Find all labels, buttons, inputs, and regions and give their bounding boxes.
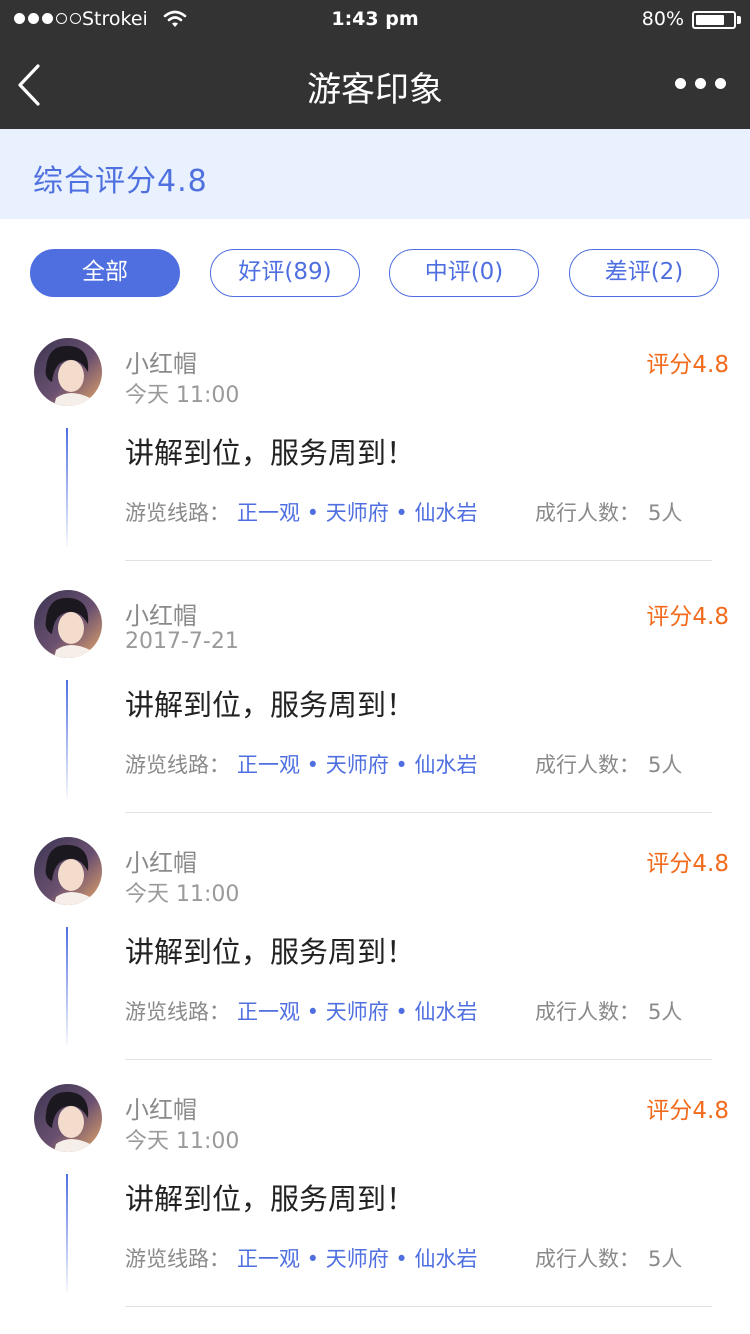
more-dot-icon (715, 78, 726, 89)
review-date: 2017-7-21 (125, 629, 239, 654)
route-label: 游览线路： (125, 1247, 230, 1271)
review-rating: 评分4.8 (646, 851, 729, 877)
avatar[interactable] (34, 590, 102, 658)
route-label: 游览线路： (125, 1000, 230, 1024)
review-comment: 讲解到位，服务周到！ (125, 1182, 416, 1216)
review-item[interactable]: 小红帽 今天 11:00 评分4.8 讲解到位，服务周到！ 游览线路： 正一观 … (0, 837, 750, 1077)
review-comment: 讲解到位，服务周到！ (125, 935, 416, 969)
overall-score-banner: 综合评分4.8 (0, 129, 750, 219)
more-dot-icon (695, 78, 706, 89)
review-item[interactable]: 小红帽 今天 11:00 评分4.8 讲解到位，服务周到！ 游览线路： 正一观 … (0, 338, 750, 578)
divider (125, 560, 712, 561)
route-label: 游览线路： (125, 753, 230, 777)
route-link[interactable]: 正一观 • 天师府 • 仙水岩 (237, 749, 477, 779)
battery-icon (692, 11, 736, 29)
tab-positive[interactable]: 好评(89) (210, 249, 360, 297)
reviewer-name: 小红帽 (125, 849, 197, 877)
review-filter-tabs: 全部 好评(89) 中评(0) 差评(2) (30, 249, 720, 297)
route-link[interactable]: 正一观 • 天师府 • 仙水岩 (237, 996, 477, 1026)
review-item[interactable]: 小红帽 2017-7-21 评分4.8 讲解到位，服务周到！ 游览线路： 正一观… (0, 590, 750, 830)
status-bar: Strokei 1:43 pm 80% (0, 0, 750, 40)
route-link[interactable]: 正一观 • 天师府 • 仙水岩 (237, 497, 477, 527)
review-date: 今天 11:00 (125, 882, 240, 907)
battery-percent: 80% (641, 8, 684, 30)
tab-all[interactable]: 全部 (30, 249, 180, 297)
top-bar: Strokei 1:43 pm 80% 游客印象 (0, 0, 750, 129)
review-date: 今天 11:00 (125, 383, 240, 408)
group-size-value: 5人 (648, 501, 683, 525)
review-date: 今天 11:00 (125, 1129, 240, 1154)
tab-negative[interactable]: 差评(2) (569, 249, 719, 297)
timeline-line (66, 1174, 68, 1292)
avatar[interactable] (34, 338, 102, 406)
review-comment: 讲解到位，服务周到！ (125, 436, 416, 470)
review-rating: 评分4.8 (646, 1098, 729, 1124)
timeline-line (66, 927, 68, 1045)
group-size-value: 5人 (648, 1247, 683, 1271)
group-size-label: 成行人数： (535, 1000, 640, 1024)
tab-neutral[interactable]: 中评(0) (389, 249, 539, 297)
group-size-value: 5人 (648, 753, 683, 777)
group-size-label: 成行人数： (535, 501, 640, 525)
reviewer-name: 小红帽 (125, 350, 197, 378)
divider (125, 1306, 712, 1307)
overall-score-text: 综合评分4.8 (33, 164, 208, 199)
more-dot-icon (675, 78, 686, 89)
review-rating: 评分4.8 (646, 352, 729, 378)
reviewer-name: 小红帽 (125, 602, 197, 630)
page-title: 游客印象 (307, 70, 443, 110)
timeline-line (66, 428, 68, 546)
reviewer-name: 小红帽 (125, 1096, 197, 1124)
group-size-label: 成行人数： (535, 1247, 640, 1271)
avatar[interactable] (34, 837, 102, 905)
review-item[interactable]: 小红帽 今天 11:00 评分4.8 讲解到位，服务周到！ 游览线路： 正一观 … (0, 1084, 750, 1324)
avatar[interactable] (34, 1084, 102, 1152)
review-comment: 讲解到位，服务周到！ (125, 688, 416, 722)
divider (125, 1059, 712, 1060)
group-size-value: 5人 (648, 1000, 683, 1024)
more-options-button[interactable] (671, 74, 730, 93)
status-time: 1:43 pm (331, 8, 419, 30)
battery-tip (737, 16, 741, 24)
route-label: 游览线路： (125, 501, 230, 525)
route-link[interactable]: 正一观 • 天师府 • 仙水岩 (237, 1243, 477, 1273)
timeline-line (66, 680, 68, 798)
divider (125, 812, 712, 813)
group-size-label: 成行人数： (535, 753, 640, 777)
review-rating: 评分4.8 (646, 604, 729, 630)
